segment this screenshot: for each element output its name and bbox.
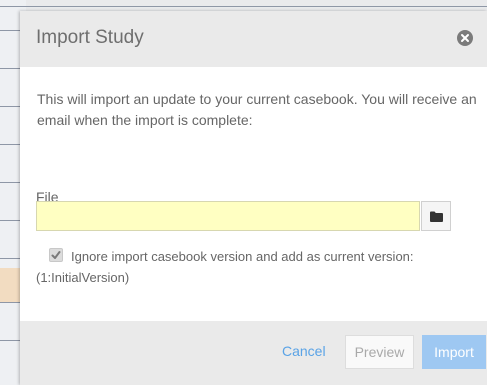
close-icon[interactable] xyxy=(457,30,473,46)
file-path-input[interactable] xyxy=(36,201,420,231)
folder-icon xyxy=(430,211,443,222)
checkmark-icon xyxy=(51,251,61,259)
ignore-version-checkbox[interactable] xyxy=(49,248,63,262)
dialog-title: Import Study xyxy=(36,27,144,48)
dialog-header: Import Study xyxy=(20,11,487,67)
dialog-footer: Cancel Preview Import xyxy=(20,321,487,385)
ignore-version-label: Ignore import casebook version and add a… xyxy=(36,249,414,285)
preview-button[interactable]: Preview xyxy=(345,335,414,369)
import-study-dialog: Import Study This will import an update … xyxy=(20,11,487,385)
import-button[interactable]: Import xyxy=(422,335,486,369)
browse-file-button[interactable] xyxy=(421,201,451,231)
cancel-button[interactable]: Cancel xyxy=(282,343,326,359)
dialog-message: This will import an update to your curre… xyxy=(37,91,477,128)
background-top-border xyxy=(0,6,487,7)
close-x-glyph xyxy=(461,34,469,42)
